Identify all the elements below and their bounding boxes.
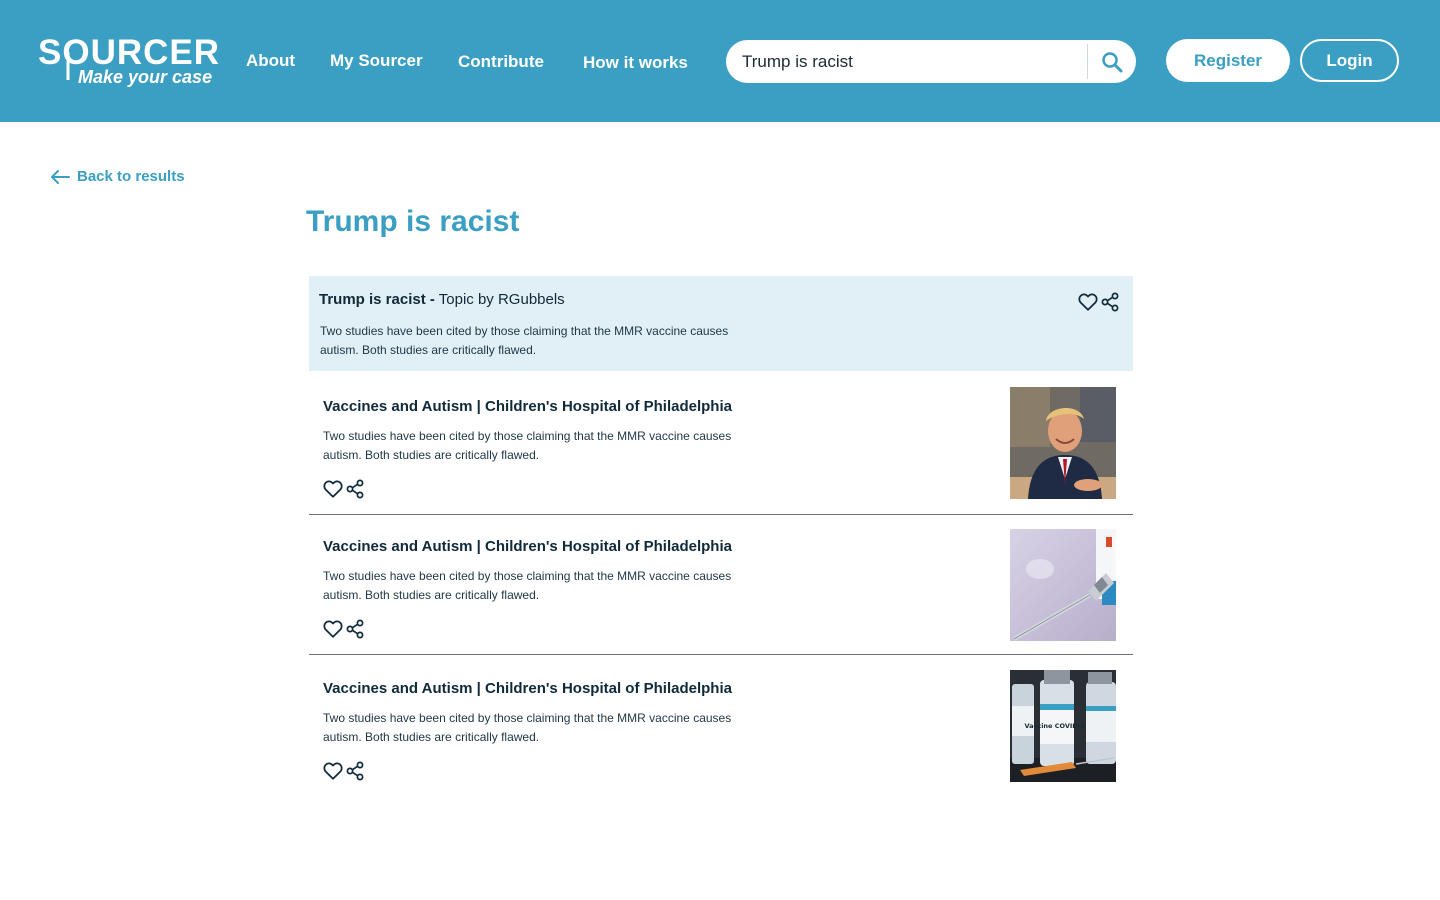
result-actions [322, 478, 364, 500]
result-item[interactable]: Vaccines and Autism | Children's Hospita… [309, 529, 1133, 659]
share-icon [1101, 292, 1119, 312]
back-to-results-link[interactable]: Back to results [50, 168, 185, 185]
syringe-vial-photo [1010, 529, 1116, 641]
heart-icon [1078, 293, 1098, 311]
result-divider [309, 514, 1133, 515]
topic-actions [1077, 291, 1119, 313]
result-share-button[interactable] [344, 479, 364, 499]
sourcer-logo[interactable]: SOURCER Make your case [38, 34, 219, 88]
result-title[interactable]: Vaccines and Autism | Children's Hospita… [323, 538, 732, 555]
nav-my-sourcer[interactable]: My Sourcer [330, 51, 423, 71]
result-description: Two studies have been cited by those cla… [323, 711, 732, 744]
result-description: Two studies have been cited by those cla… [323, 569, 732, 602]
search-bar [726, 40, 1136, 83]
result-thumbnail-vials[interactable]: Vaccine COVID-19 [1010, 670, 1116, 782]
site-header: SOURCER Make your case About My Sourcer … [0, 0, 1440, 122]
page-title: Trump is racist [306, 205, 520, 238]
topic-byline: Topic by RGubbels [438, 291, 565, 308]
nav-contribute[interactable]: Contribute [458, 52, 544, 72]
portrait-photo [1010, 387, 1116, 499]
search-divider [1087, 44, 1088, 79]
share-icon [346, 479, 364, 499]
heart-icon [323, 620, 343, 638]
result-share-button[interactable] [344, 619, 364, 639]
result-item[interactable]: Vaccines and Autism | Children's Hospita… [309, 387, 1133, 517]
topic-like-button[interactable] [1077, 291, 1099, 313]
search-button[interactable] [1090, 40, 1134, 83]
register-button[interactable]: Register [1166, 39, 1290, 82]
result-like-button[interactable] [322, 760, 344, 782]
topic-name: Trump is racist - [319, 291, 435, 308]
result-thumbnail-portrait[interactable] [1010, 387, 1116, 499]
logo-tagline: Make your case [78, 67, 213, 87]
topic-share-button[interactable] [1099, 292, 1119, 312]
topic-heading: Trump is racist - Topic by RGubbels [319, 291, 565, 308]
result-item[interactable]: Vaccines and Autism | Children's Hospita… [309, 670, 1133, 800]
vial-label: Vaccine COVID-19 [1024, 722, 1090, 730]
topic-description: Two studies have been cited by those cla… [320, 324, 729, 357]
result-title[interactable]: Vaccines and Autism | Children's Hospita… [323, 680, 732, 697]
result-actions [322, 618, 364, 640]
nav-how-it-works[interactable]: How it works [583, 53, 688, 73]
share-icon [346, 761, 364, 781]
topic-card: Trump is racist - Topic by RGubbels Two … [309, 276, 1133, 371]
magnifier-pin-icon [66, 52, 70, 80]
result-actions [322, 760, 364, 782]
result-share-button[interactable] [344, 761, 364, 781]
heart-icon [323, 480, 343, 498]
back-label: Back to results [77, 168, 185, 185]
result-description: Two studies have been cited by those cla… [323, 429, 732, 462]
search-input[interactable] [742, 40, 1082, 83]
result-title[interactable]: Vaccines and Autism | Children's Hospita… [323, 398, 732, 415]
arrow-left-icon [51, 169, 70, 184]
vaccine-vials-photo: Vaccine COVID-19 [1010, 670, 1116, 782]
result-like-button[interactable] [322, 618, 344, 640]
search-icon [1102, 51, 1123, 72]
heart-icon [323, 762, 343, 780]
login-button[interactable]: Login [1300, 39, 1399, 82]
result-divider [309, 654, 1133, 655]
result-thumbnail-syringe[interactable] [1010, 529, 1116, 641]
nav-about[interactable]: About [246, 51, 295, 71]
result-like-button[interactable] [322, 478, 344, 500]
share-icon [346, 619, 364, 639]
